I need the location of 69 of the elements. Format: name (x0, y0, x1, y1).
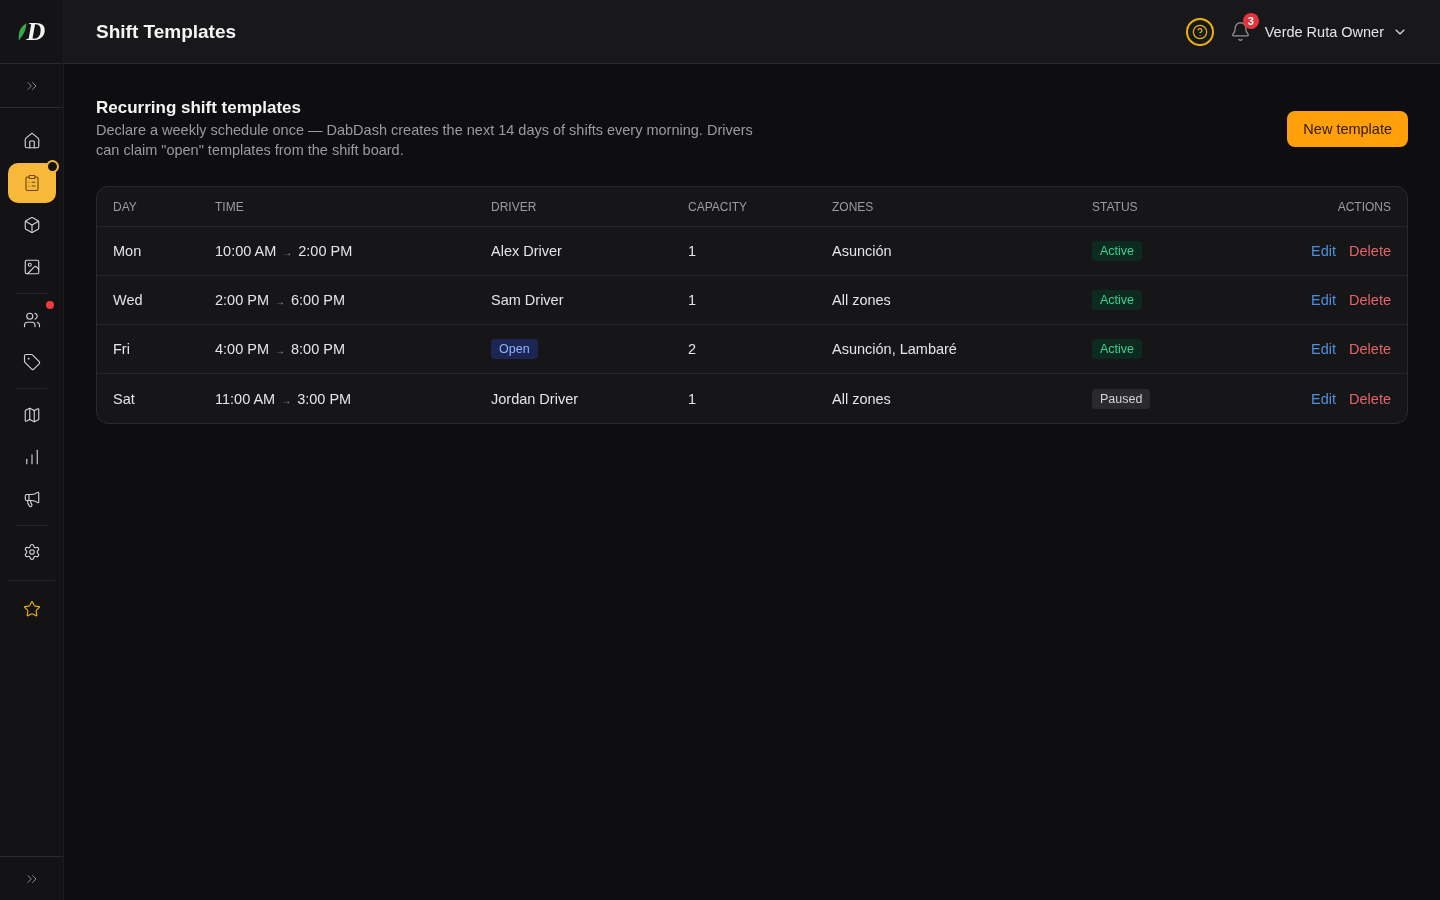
day-cell-text: Sat (113, 390, 136, 407)
status-tag: Active (1092, 339, 1143, 359)
map-icon (23, 406, 41, 424)
clipboard-icon (23, 174, 41, 192)
capacity-cell-text: 1 (688, 390, 698, 407)
start-time: 2:00 PM (215, 292, 269, 308)
status-tag: Active (1092, 290, 1143, 310)
day-cell-text: Mon (113, 243, 143, 259)
edit-link[interactable]: Edit (1311, 341, 1337, 357)
day-cell-text: Fri (113, 341, 131, 357)
end-time: 2:00 PM (298, 243, 353, 259)
time-arrow: → (275, 295, 285, 307)
column-header: TIME (215, 199, 245, 214)
user-menu[interactable]: Verde Ruta Owner (1262, 23, 1408, 40)
bar-chart-icon (23, 448, 41, 466)
edit-link[interactable]: Edit (1311, 292, 1337, 308)
section-title: Recurring shift templates (96, 98, 302, 118)
home-icon (23, 132, 41, 150)
column-header: ACTIONS (1337, 199, 1391, 214)
delete-link[interactable]: Delete (1349, 292, 1391, 308)
driver-cell-text: Alex Driver (491, 243, 563, 259)
start-time: 11:00 AM (215, 390, 276, 407)
zones-cell-text: Asunción (832, 243, 893, 259)
notification-count: 3 (1242, 13, 1259, 29)
column-header: ZONES (832, 199, 875, 214)
delete-link[interactable]: Delete (1349, 390, 1391, 407)
settings-icon (23, 543, 41, 561)
start-time: 10:00 AM (215, 243, 277, 259)
status-tag: Active (1092, 241, 1143, 261)
new-template-button[interactable]: New template (1287, 111, 1408, 147)
time-arrow: → (282, 246, 293, 258)
driver-cell-text: Jordan Driver (491, 390, 580, 407)
logo-letter: D (26, 18, 46, 45)
delete-link[interactable]: Delete (1349, 243, 1391, 259)
users-icon (23, 311, 41, 329)
zones-cell-text: Asunción, Lambaré (832, 341, 958, 357)
zones-cell-text: All zones (832, 292, 892, 308)
delete-link[interactable]: Delete (1349, 341, 1391, 357)
page-title: Shift Templates (96, 20, 237, 43)
capacity-cell-text: 2 (688, 341, 698, 357)
edit-link[interactable]: Edit (1311, 243, 1337, 259)
help-button[interactable] (1185, 17, 1214, 46)
capacity-cell-text: 1 (688, 292, 698, 308)
start-time: 4:00 PM (215, 341, 269, 357)
time-arrow: → (281, 393, 292, 406)
column-header: DRIVER (491, 199, 538, 214)
driver-cell-text: Sam Driver (491, 292, 565, 308)
tag-icon (23, 353, 41, 371)
end-time: 8:00 PM (291, 341, 345, 357)
capacity-cell-text: 1 (688, 243, 698, 259)
status-tag: Paused (1092, 388, 1151, 409)
leaf-icon (17, 22, 27, 41)
edit-link[interactable]: Edit (1311, 390, 1337, 407)
star-icon (23, 600, 41, 618)
megaphone-icon (23, 490, 41, 508)
column-header: DAY (113, 199, 138, 214)
column-header: STATUS (1092, 199, 1139, 214)
cube-icon (23, 216, 41, 234)
section-description: Declare a weekly schedule once — DabDash creates the next 14 days of shifts every morning. Drivers can claim "open" templates from the shift board. (96, 121, 754, 160)
day-cell-text: Wed (113, 292, 144, 308)
zones-cell-text: All zones (832, 390, 892, 407)
end-time: 3:00 PM (297, 390, 352, 407)
end-time: 6:00 PM (291, 292, 345, 308)
open-driver-tag: Open (491, 339, 538, 359)
column-header: CAPACITY (688, 199, 749, 214)
image-icon (23, 258, 41, 276)
time-arrow: → (275, 344, 285, 356)
nav-item[interactable] (8, 163, 56, 203)
help-icon (1191, 23, 1208, 40)
